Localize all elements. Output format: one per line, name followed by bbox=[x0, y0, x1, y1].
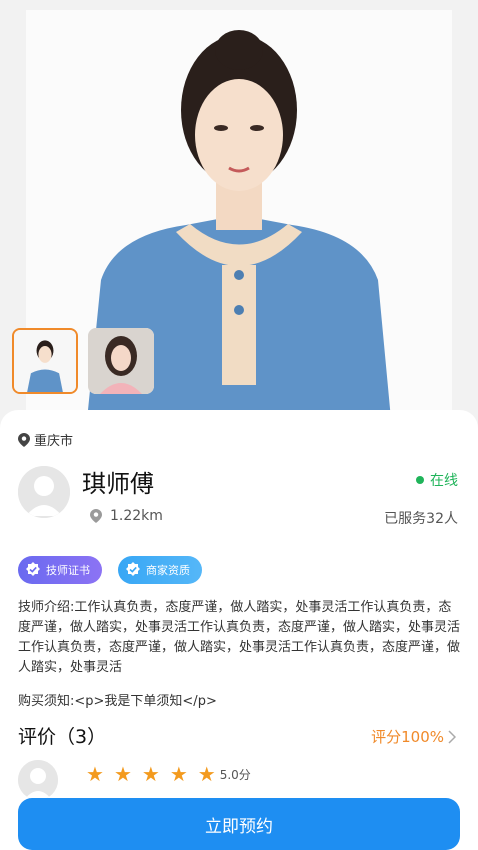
photo-thumbnails bbox=[12, 328, 154, 394]
thumbnail-2[interactable] bbox=[88, 328, 154, 394]
verified-check-icon bbox=[126, 562, 140, 576]
purchase-notice: 购买须知:<p>我是下单须知</p> bbox=[18, 694, 217, 709]
star-icon: ★ bbox=[113, 762, 132, 786]
city-label: 重庆市 bbox=[34, 434, 74, 449]
therapist-name: 琪师傅 bbox=[82, 470, 154, 498]
location-pin-icon bbox=[90, 509, 102, 523]
location-pin-icon bbox=[18, 432, 30, 447]
review-rating: ★ ★ ★ ★ ★ 5.0分 bbox=[86, 764, 251, 784]
score-label: 评分100% bbox=[371, 728, 444, 746]
therapist-card: 重庆市 琪师傅 在线 1.22km 已服务32人 技师证书 商家资质 技师介绍:… bbox=[0, 410, 478, 850]
therapist-intro: 技师介绍:工作认真负责，态度严谨，做人踏实，处事灵活工作认真负责，态度严谨，做人… bbox=[18, 600, 461, 675]
status-dot-icon bbox=[416, 476, 424, 484]
photo-gallery[interactable] bbox=[0, 0, 478, 430]
served-count: 已服务32人 bbox=[384, 511, 458, 527]
star-icon: ★ bbox=[169, 762, 188, 786]
verified-check-icon bbox=[26, 562, 40, 576]
thumbnail-1[interactable] bbox=[12, 328, 78, 394]
star-icon: ★ bbox=[141, 762, 160, 786]
certificate-badge[interactable]: 技师证书 bbox=[18, 556, 102, 584]
distance: 1.22km bbox=[90, 508, 163, 524]
status-label: 在线 bbox=[430, 473, 458, 489]
reviews-score-link[interactable]: 评分100% bbox=[371, 726, 456, 747]
reviewer-avatar bbox=[18, 760, 58, 800]
qualification-badges: 技师证书 商家资质 bbox=[18, 556, 202, 584]
merchant-badge[interactable]: 商家资质 bbox=[118, 556, 202, 584]
badge-label: 技师证书 bbox=[46, 564, 90, 577]
rating-value: 5.0分 bbox=[219, 767, 251, 782]
chevron-right-icon bbox=[448, 729, 456, 744]
distance-value: 1.22km bbox=[110, 508, 163, 524]
badge-label: 商家资质 bbox=[146, 564, 190, 577]
reviews-title: 评价（3） bbox=[18, 726, 107, 748]
book-now-button[interactable]: 立即预约 bbox=[18, 798, 460, 850]
star-icon: ★ bbox=[86, 762, 104, 786]
online-status: 在线 bbox=[416, 470, 458, 490]
therapist-avatar bbox=[18, 466, 70, 518]
star-icon: ★ bbox=[197, 762, 216, 786]
city-location: 重庆市 bbox=[18, 430, 73, 449]
